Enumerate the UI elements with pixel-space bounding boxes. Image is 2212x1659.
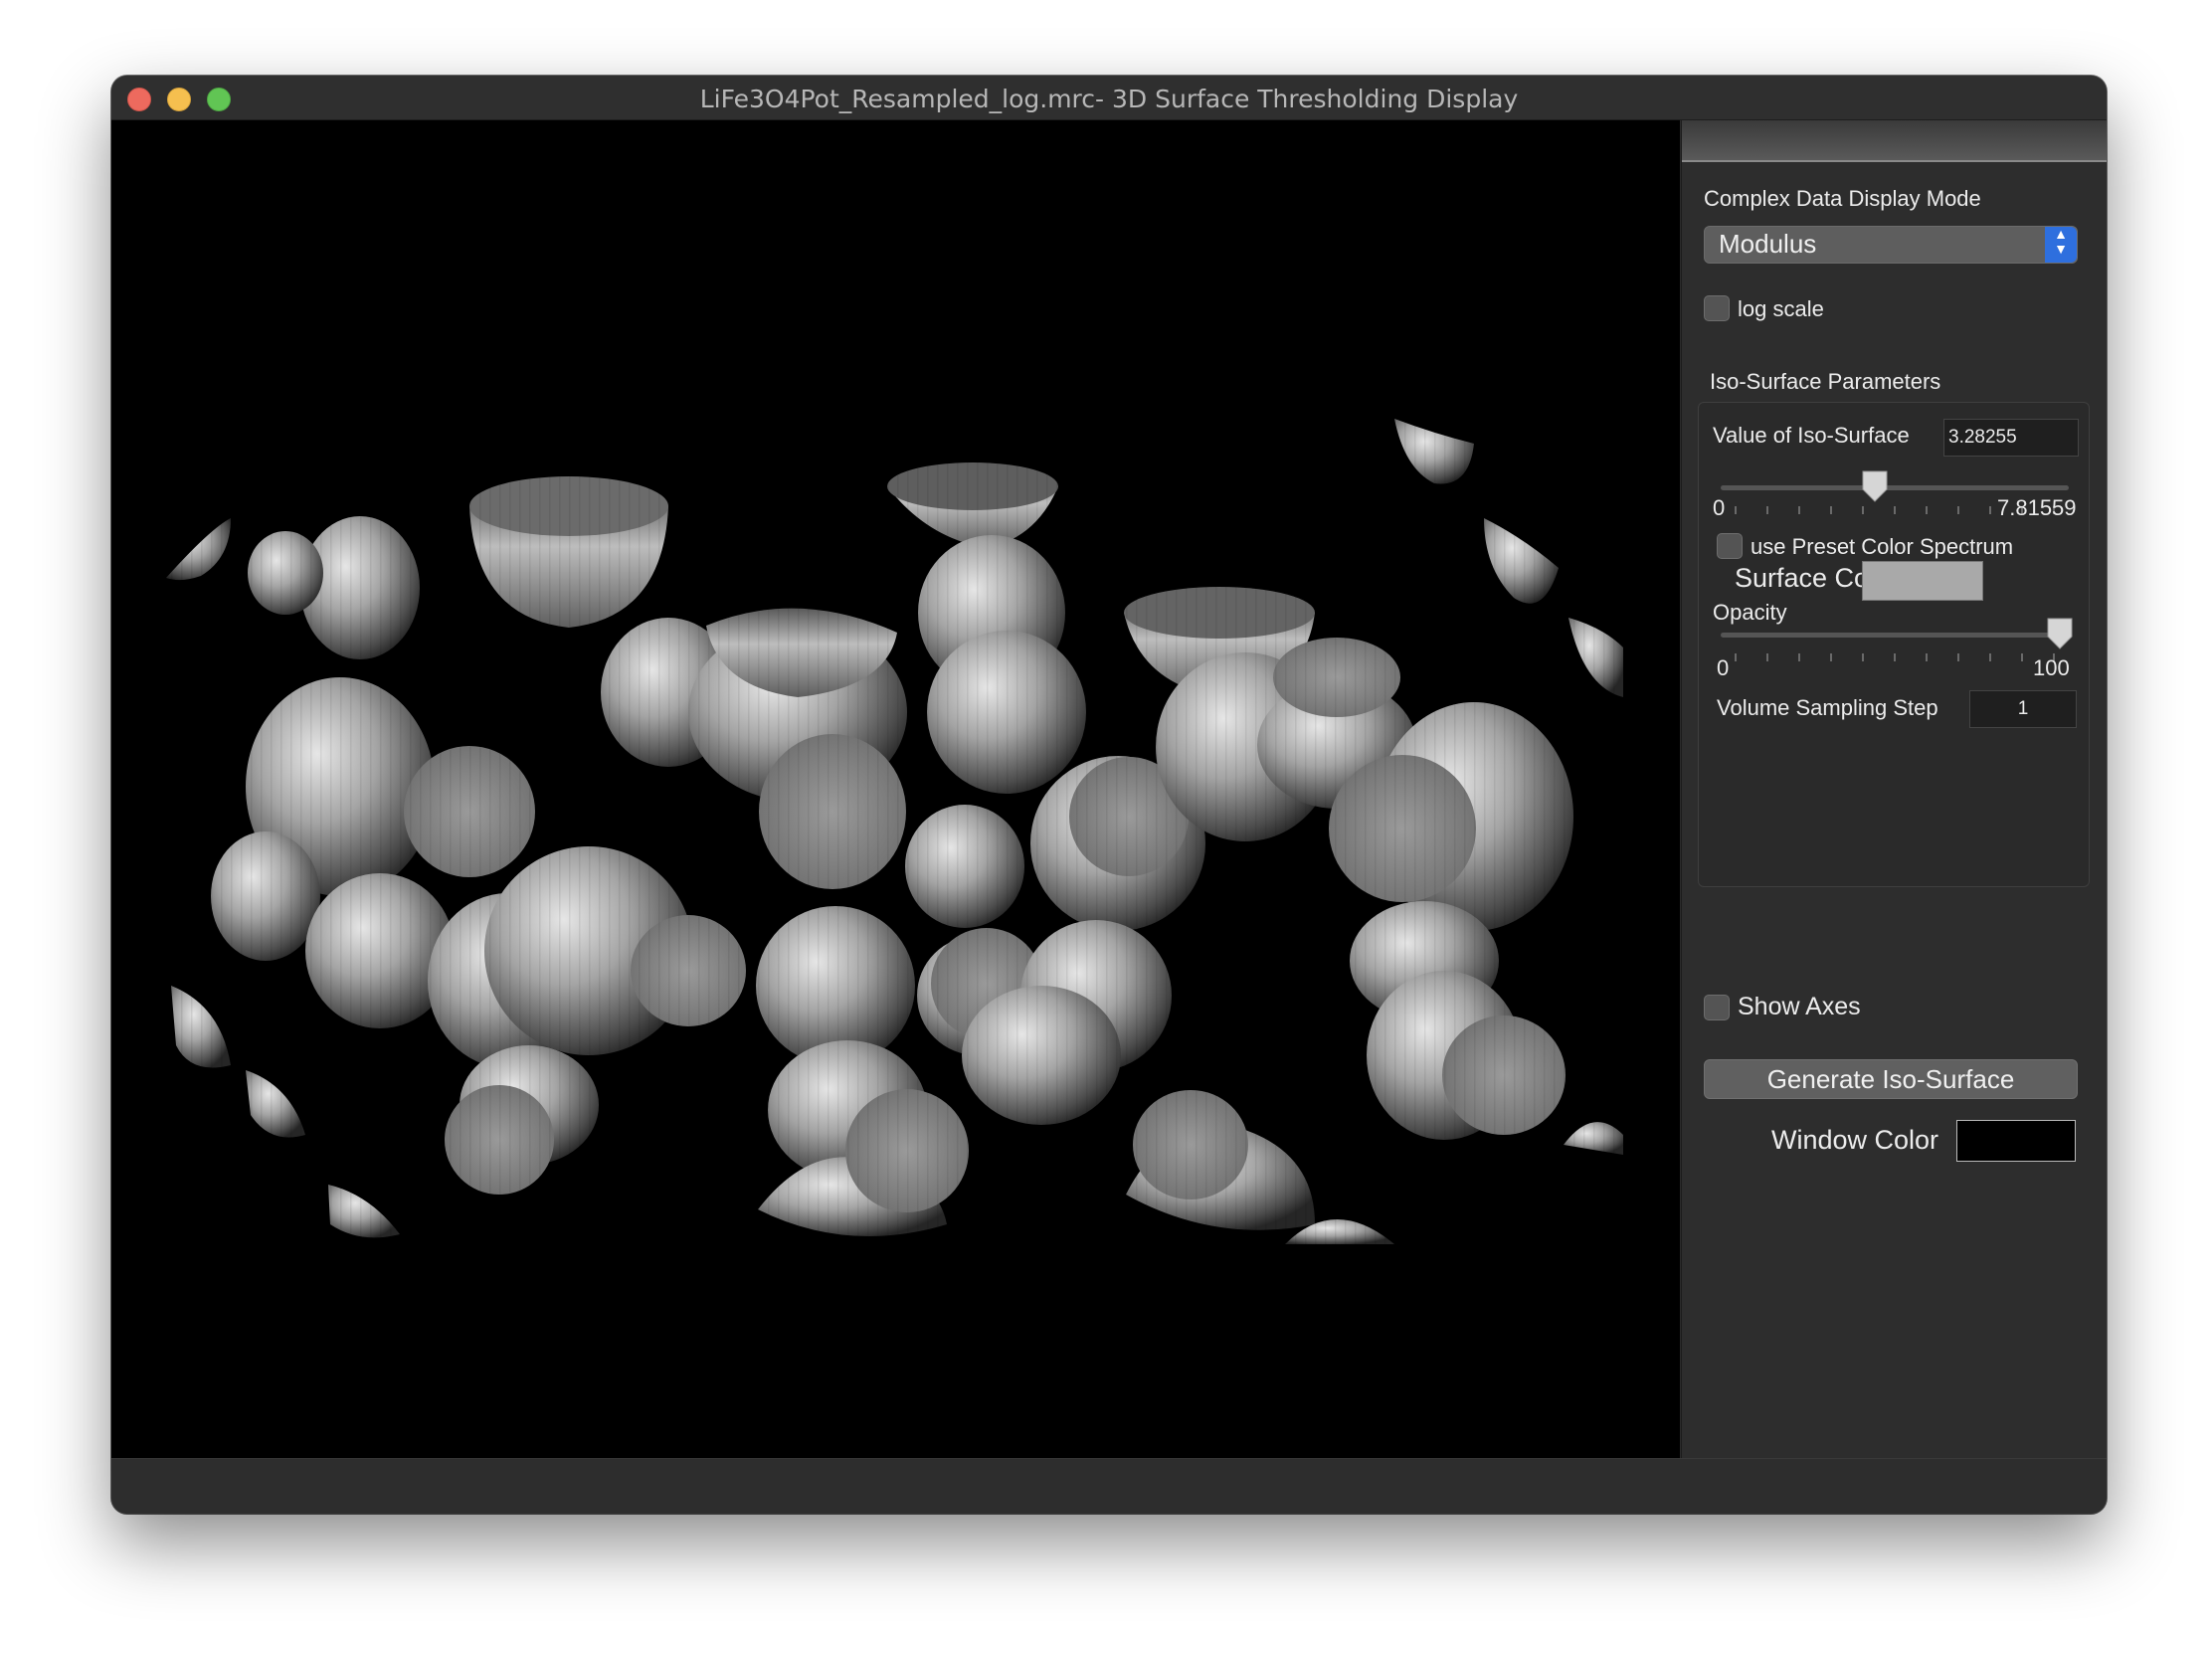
slider-tick <box>1798 653 1800 661</box>
molecule-surfaces <box>111 120 1680 1458</box>
slider-tick <box>1830 653 1832 661</box>
iso-max-label: 7.81559 <box>1997 495 2077 520</box>
iso-value-field[interactable]: 3.28255 <box>1943 419 2079 457</box>
control-panel: Complex Data Display Mode Modulus ▲ ▼ log… <box>1681 120 2107 1458</box>
slider-tick <box>1989 506 1991 514</box>
slider-tick <box>1894 653 1896 661</box>
slider-tick <box>1926 653 1928 661</box>
log-scale-checkbox[interactable] <box>1704 295 1730 321</box>
panel-header <box>1682 120 2107 162</box>
preset-color-checkbox[interactable] <box>1717 533 1743 559</box>
window-color-swatch[interactable] <box>1956 1120 2076 1162</box>
display-mode-label: Complex Data Display Mode <box>1704 186 1981 211</box>
chevron-up-down-icon: ▲ ▼ <box>2045 227 2077 263</box>
slider-tick <box>1862 506 1864 514</box>
slider-tick <box>1735 506 1737 514</box>
opacity-slider-thumb[interactable] <box>2045 617 2075 650</box>
preset-color-label: use Preset Color Spectrum <box>1751 534 2014 559</box>
3d-render-viewport[interactable] <box>111 120 1680 1458</box>
slider-tick <box>1989 653 1991 661</box>
surface-color-swatch[interactable] <box>1862 561 1983 601</box>
slider-tick <box>1957 653 1959 661</box>
slider-tick <box>1766 653 1768 661</box>
slider-tick <box>1830 506 1832 514</box>
display-mode-value: Modulus <box>1719 229 1817 259</box>
slider-tick <box>2021 653 2023 661</box>
slider-tick <box>1735 653 1737 661</box>
log-scale-label: log scale <box>1738 296 1824 321</box>
window-title: LiFe3O4Pot_Resampled_log.mrc- 3D Surface… <box>699 85 1519 113</box>
status-bar <box>111 1458 2107 1514</box>
iso-slider-thumb[interactable] <box>1860 469 1890 503</box>
opacity-min-label: 0 <box>1717 655 1730 680</box>
show-axes-checkbox[interactable] <box>1704 995 1730 1020</box>
generate-iso-surface-button[interactable]: Generate Iso-Surface <box>1704 1059 2078 1099</box>
iso-group-label: Iso-Surface Parameters <box>1710 369 1941 394</box>
app-window: LiFe3O4Pot_Resampled_log.mrc- 3D Surface… <box>111 76 2107 1514</box>
slider-tick <box>1894 506 1896 514</box>
opacity-label: Opacity <box>1713 600 1787 625</box>
iso-slider-track[interactable] <box>1721 485 2069 490</box>
slider-tick <box>1766 506 1768 514</box>
window-color-label: Window Color <box>1771 1125 1939 1155</box>
opacity-slider-track[interactable] <box>1721 633 2069 638</box>
slider-tick <box>1926 506 1928 514</box>
title-bar[interactable]: LiFe3O4Pot_Resampled_log.mrc- 3D Surface… <box>111 76 2107 120</box>
iso-value-text: 3.28255 <box>1948 427 2017 448</box>
show-axes-label: Show Axes <box>1738 993 1861 1020</box>
slider-tick <box>1862 653 1864 661</box>
slider-tick <box>1957 506 1959 514</box>
sampling-step-field[interactable]: 1 <box>1969 690 2077 728</box>
iso-surface-group: Value of Iso-Surface 3.28255 0 7.81559 u… <box>1698 402 2090 887</box>
display-mode-select[interactable]: Modulus ▲ ▼ <box>1704 226 2078 264</box>
iso-value-label: Value of Iso-Surface <box>1713 423 1910 448</box>
sampling-step-value: 1 <box>2017 698 2029 719</box>
slider-tick <box>1798 506 1800 514</box>
sampling-step-label: Volume Sampling Step <box>1717 695 1938 720</box>
iso-min-label: 0 <box>1713 495 1726 520</box>
iso-surface-render[interactable] <box>111 120 1680 1458</box>
opacity-max-label: 100 <box>2033 655 2070 680</box>
